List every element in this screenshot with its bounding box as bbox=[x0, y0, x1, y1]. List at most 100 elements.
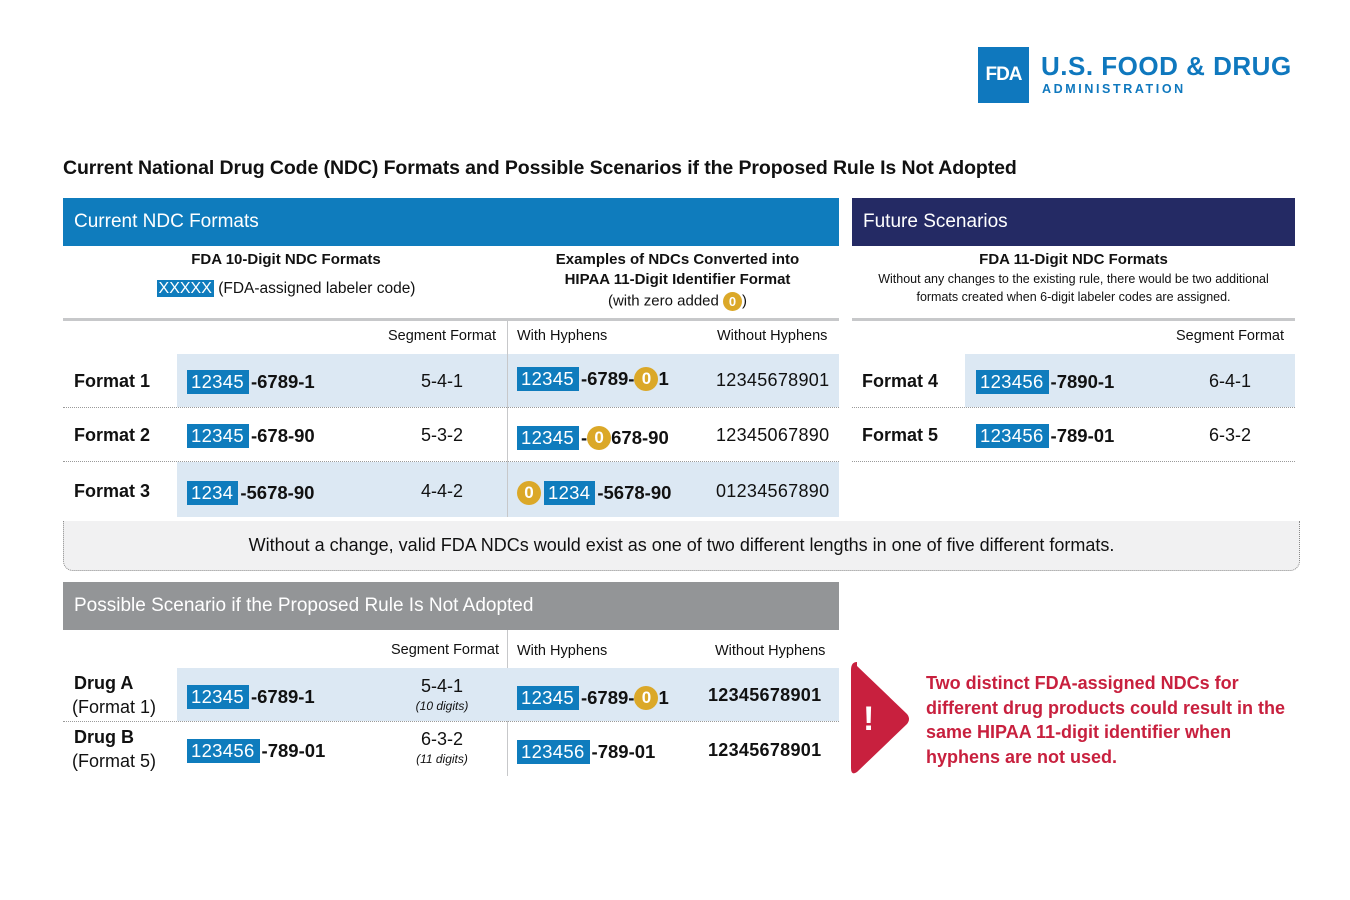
warning-icon: ! bbox=[851, 662, 911, 776]
labeler-code: 12345 bbox=[187, 685, 249, 709]
format-1-segment: 5-4-1 bbox=[420, 371, 464, 391]
row-divider bbox=[852, 461, 1295, 462]
format-5-ndc: 123456 -789-01 bbox=[976, 424, 1114, 448]
format-3-hipaa-without-hyphens: 01234567890 bbox=[716, 481, 830, 501]
format-1-label: Format 1 bbox=[74, 371, 151, 391]
drug-b-hipaa-with-hyphens: 123456 -789-01 bbox=[517, 740, 655, 764]
scenario-col-header-without-hyphens: Without Hyphens bbox=[715, 643, 826, 659]
code-middle: -5678-90 bbox=[597, 482, 672, 503]
scenario-col-header-with-hyphens: With Hyphens bbox=[517, 643, 608, 659]
zero-marker-icon: 0 bbox=[723, 292, 743, 311]
code-middle: -6789- bbox=[580, 687, 635, 708]
scenario-col-header-segment-format: Segment Format bbox=[391, 642, 499, 658]
drug-b-segment: 6-3-2 bbox=[420, 729, 464, 749]
summary-callout: Without a change, valid FDA NDCs would e… bbox=[63, 521, 1300, 571]
labeler-code: 1234 bbox=[544, 481, 596, 505]
labeler-code: 12345 bbox=[187, 370, 249, 394]
col-header-without-hyphens: Without Hyphens bbox=[717, 328, 828, 344]
labeler-code: 12345 bbox=[517, 367, 579, 391]
product-package-code: -5678-90 bbox=[240, 482, 315, 503]
drug-a-label: Drug A bbox=[74, 673, 134, 693]
labeler-legend: XXXXX (FDA-assigned labeler code) bbox=[63, 280, 509, 298]
drug-a-hipaa-without-hyphens: 12345678901 bbox=[708, 685, 822, 705]
code-middle: -6789- bbox=[580, 368, 635, 389]
format-4-segment: 6-4-1 bbox=[1208, 371, 1252, 391]
drug-a-format: (Format 1) bbox=[72, 697, 157, 717]
code-tail: 678-90 bbox=[611, 427, 669, 448]
zero-added-note: (with zero added 0) bbox=[509, 292, 846, 311]
possible-scenario-header: Possible Scenario if the Proposed Rule I… bbox=[63, 582, 839, 630]
warning-triangle-icon bbox=[851, 662, 909, 774]
labeler-code: 1234 bbox=[187, 481, 239, 505]
zero-marker-icon: 0 bbox=[634, 367, 659, 391]
drug-a-ndc: 12345 -6789-1 bbox=[187, 685, 315, 709]
code-middle: -789-01 bbox=[591, 741, 656, 762]
code-tail: 1 bbox=[658, 368, 669, 389]
future-header-label: Future Scenarios bbox=[863, 211, 1008, 232]
labeler-code: 12345 bbox=[187, 424, 249, 448]
product-package-code: -789-01 bbox=[261, 740, 326, 761]
warning-message: Two distinct FDA-assigned NDCs for diffe… bbox=[926, 673, 1286, 767]
drug-b-hipaa-without-hyphens: 12345678901 bbox=[708, 740, 822, 760]
labeler-code: 123456 bbox=[976, 424, 1049, 448]
format-1-ndc: 12345 -6789-1 bbox=[187, 370, 315, 394]
current-header-label: Current NDC Formats bbox=[74, 211, 259, 232]
future-note-line2: formats created when 6-digit labeler cod… bbox=[916, 290, 1231, 304]
drug-a-digit-count: (10 digits) bbox=[415, 699, 469, 713]
format-1-hipaa-with-hyphens: 12345 -6789- 0 1 bbox=[517, 367, 669, 391]
col-header-segment-format: Segment Format bbox=[388, 328, 496, 344]
drug-b-label: Drug B bbox=[74, 727, 134, 747]
labeler-code: 123456 bbox=[187, 739, 260, 763]
labeler-code: 12345 bbox=[517, 686, 579, 710]
drug-a-segment: 5-4-1 bbox=[420, 676, 464, 696]
future-note-line1: Without any changes to the existing rule… bbox=[878, 272, 1269, 286]
hipaa-subhead-line1: Examples of NDCs Converted into bbox=[555, 251, 800, 268]
format-5-segment: 6-3-2 bbox=[1208, 425, 1252, 445]
labeler-code: 123456 bbox=[517, 740, 590, 764]
labeler-code: 123456 bbox=[976, 370, 1049, 394]
format-5-label: Format 5 bbox=[862, 425, 939, 445]
column-divider bbox=[507, 321, 508, 517]
fda-logo-mark: FDA bbox=[978, 47, 1029, 103]
format-4-label: Format 4 bbox=[862, 371, 939, 391]
format-2-ndc: 12345 -678-90 bbox=[187, 424, 315, 448]
zero-marker-icon: 0 bbox=[587, 426, 612, 450]
labeler-legend-text: (FDA-assigned labeler code) bbox=[218, 280, 416, 297]
zero-note-prefix: (with zero added bbox=[607, 292, 724, 310]
labeler-code: 12345 bbox=[517, 426, 579, 450]
zero-marker-icon: 0 bbox=[517, 481, 541, 505]
row-divider bbox=[63, 461, 839, 462]
fda-logo-subtitle: ADMINISTRATION bbox=[1042, 82, 1186, 96]
row-divider bbox=[63, 721, 839, 722]
labeler-legend-code: XXXXX bbox=[156, 280, 214, 297]
future-table-rule bbox=[852, 318, 1295, 321]
format-4-ndc: 123456 -7890-1 bbox=[976, 370, 1114, 394]
fda-10-digit-subhead: FDA 10-Digit NDC Formats bbox=[191, 251, 381, 268]
product-package-code: -789-01 bbox=[1050, 425, 1115, 446]
drug-b-format: (Format 5) bbox=[72, 751, 157, 771]
drug-a-hipaa-with-hyphens: 12345 -6789- 0 1 bbox=[517, 686, 669, 710]
fda-logo-title: U.S. FOOD & DRUG bbox=[1041, 51, 1292, 81]
format-1-hipaa-without-hyphens: 12345678901 bbox=[716, 370, 830, 390]
format-2-label: Format 2 bbox=[74, 425, 151, 445]
format-2-hipaa-without-hyphens: 12345067890 bbox=[716, 425, 830, 445]
format-3-hipaa-with-hyphens: 0 1234 -5678-90 bbox=[517, 481, 671, 505]
current-table-rule bbox=[63, 318, 839, 321]
product-package-code: -7890-1 bbox=[1050, 371, 1115, 392]
future-col-header-segment-format: Segment Format bbox=[1176, 328, 1284, 344]
page-title: Current National Drug Code (NDC) Formats… bbox=[63, 157, 1017, 179]
drug-b-digit-count: (11 digits) bbox=[416, 752, 468, 766]
row-divider bbox=[63, 407, 839, 408]
row-divider bbox=[852, 407, 1295, 408]
possible-header-label: Possible Scenario if the Proposed Rule I… bbox=[74, 595, 534, 616]
future-scenarios-header: Future Scenarios bbox=[852, 198, 1295, 246]
product-package-code: -6789-1 bbox=[250, 686, 315, 707]
col-header-with-hyphens: With Hyphens bbox=[517, 328, 608, 344]
fda-11-digit-subhead: FDA 11-Digit NDC Formats bbox=[979, 251, 1168, 268]
drug-b-ndc: 123456 -789-01 bbox=[187, 739, 325, 763]
format-3-segment: 4-4-2 bbox=[420, 481, 464, 501]
format-3-ndc: 1234 -5678-90 bbox=[187, 481, 314, 505]
zero-note-suffix: ) bbox=[742, 292, 748, 310]
format-3-label: Format 3 bbox=[74, 481, 151, 501]
format-2-hipaa-with-hyphens: 12345-0 678-90 bbox=[517, 426, 669, 450]
